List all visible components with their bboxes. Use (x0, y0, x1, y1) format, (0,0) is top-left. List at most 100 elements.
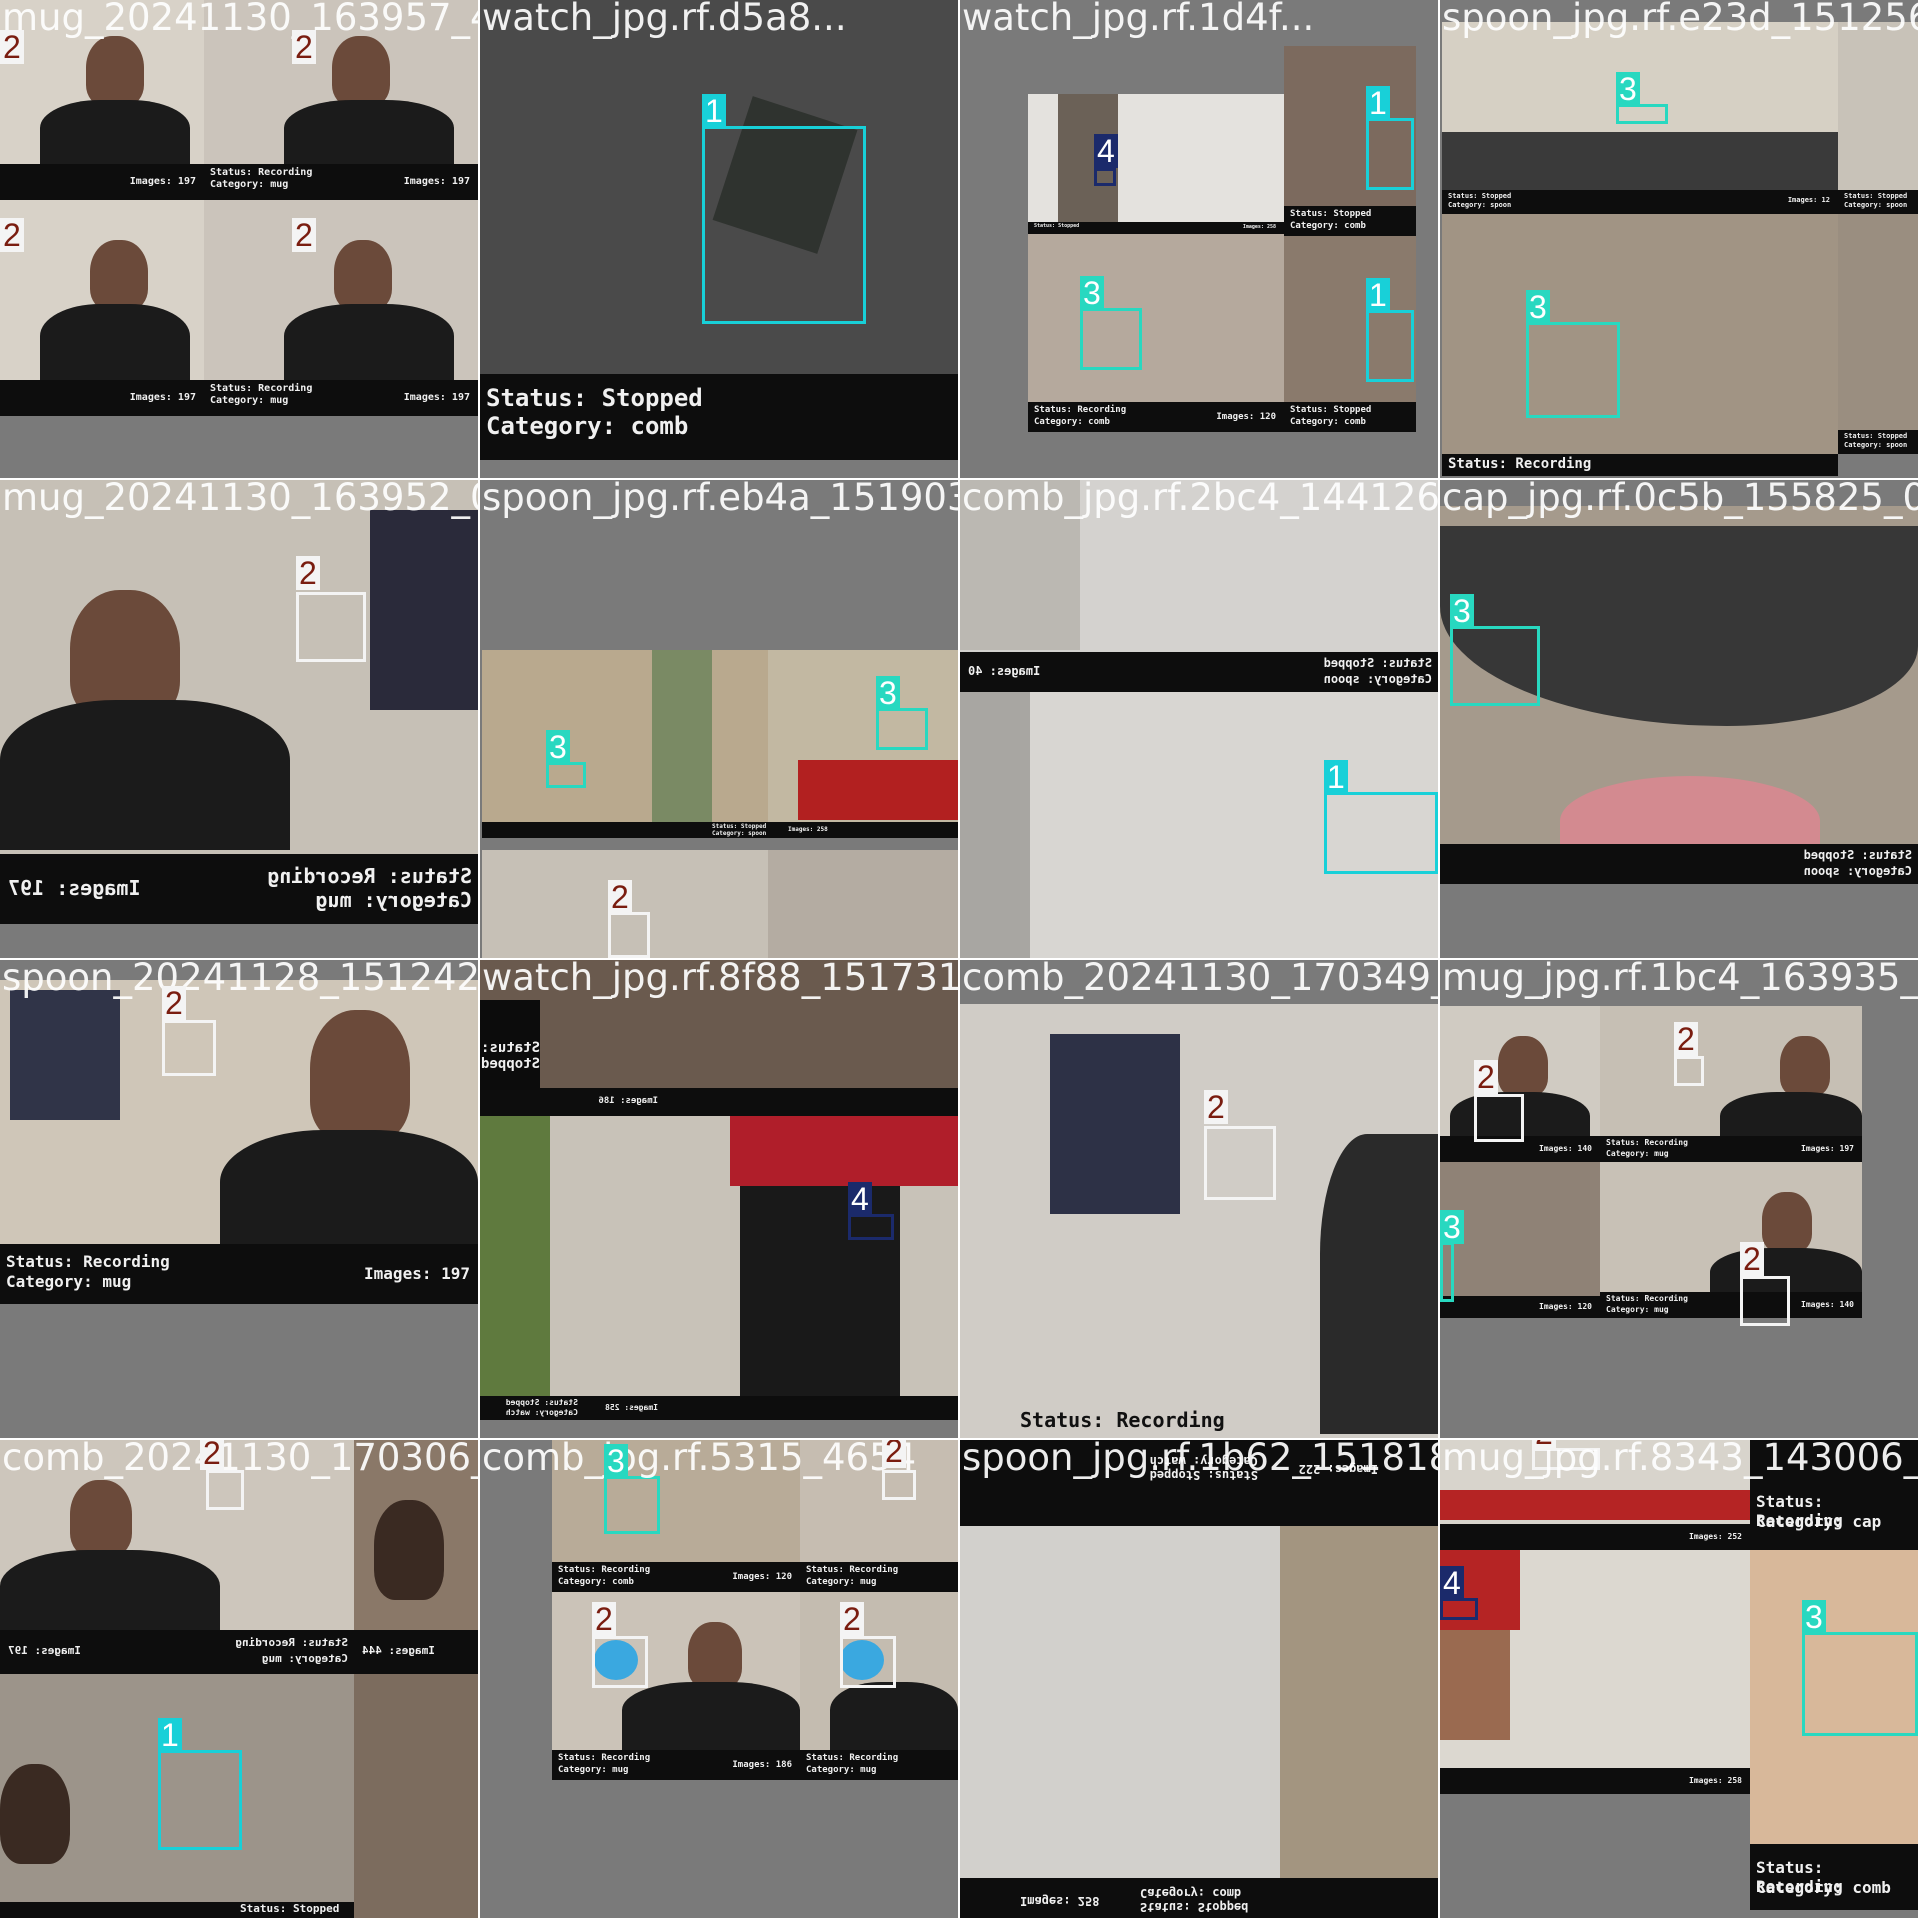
tile-filename: cap_jpg.rf.0c5b_155825_085 (1442, 480, 1918, 519)
mug-class-label: 2 (292, 218, 316, 252)
spoon-bounding-box (1802, 1632, 1918, 1736)
webcam-frame: Images: 120 (1440, 1162, 1600, 1318)
webcam-frame: Status: Recording Category: mug Images: 19… (0, 980, 478, 1304)
tile-filename: watch_jpg.rf.d5a8... (482, 0, 847, 39)
mug-class-label: 2 (608, 880, 632, 914)
spoon-class-label: 3 (546, 730, 570, 764)
mosaic-tile: Images: 252 Status: Recording Category: c… (1440, 1440, 1918, 1918)
mug-class-label: 2 (592, 1602, 616, 1636)
mug-class-label: 2 (1204, 1090, 1228, 1124)
webcam-frame: Images: 197 (0, 200, 204, 416)
spoon-class-label: 3 (876, 676, 900, 710)
tile-filename: mug_jpg.rf.8343_143006_01 (1442, 1440, 1918, 1479)
comb-bounding-box (1366, 310, 1414, 382)
webcam-frame (768, 850, 958, 958)
mosaic-tile: Status: Stopped Category: spoon 3 cap_jpg… (1440, 480, 1918, 958)
webcam-frame: Status: Stopped Category: spoon (482, 650, 768, 838)
mug-class-label: 2 (882, 1440, 906, 1468)
tile-filename: comb_20241130_170349_84 (962, 960, 1438, 999)
spoon-class-label: 3 (1440, 1210, 1464, 1244)
tile-filename: watch_jpg.rf.1d4f... (962, 0, 1315, 39)
mug-class-label: 2 (1740, 1242, 1764, 1276)
comb-class-label: 1 (158, 1718, 182, 1752)
watch-bounding-box (848, 1214, 894, 1240)
mug-bounding-box (162, 1020, 216, 1076)
mug-bounding-box (840, 1636, 896, 1688)
webcam-frame: Status: Recording (1442, 214, 1838, 476)
spoon-class-label: 3 (1450, 594, 1474, 628)
comb-bounding-box (158, 1750, 242, 1850)
mug-bounding-box (1204, 1126, 1276, 1200)
status-overlay: Status: Stopped (480, 1000, 540, 1090)
mosaic-tile: Status: Recording Category: comb Images: 1… (480, 1440, 958, 1918)
mug-class-label: 2 (0, 30, 24, 64)
spoon-class-label: 3 (1526, 290, 1550, 324)
mug-bounding-box (1474, 1094, 1524, 1142)
mug-class-label: 2 (200, 1440, 224, 1470)
spoon-bounding-box (1080, 308, 1142, 370)
tile-filename: watch_jpg.rf.8f88_151731_5 (482, 960, 958, 999)
mosaic-tile: Status: Stopped Category: spoon Images: 40… (960, 480, 1438, 958)
mug-class-label: 2 (292, 30, 316, 64)
spoon-bounding-box (604, 1476, 660, 1534)
spoon-bounding-box (1440, 1242, 1454, 1302)
tile-filename: spoon_jpg.rf.1b62_151818_1 (962, 1440, 1438, 1479)
webcam-frame: Status: Recording Category: mug Images: 19… (0, 480, 478, 924)
webcam-frame: Status: Recording Category: mug Images: 19… (204, 200, 478, 416)
webcam-frame (354, 1674, 478, 1918)
watch-class-label: 4 (1094, 134, 1118, 168)
webcam-frame: Status: Recording Category: mug Images: 14… (1600, 1162, 1862, 1318)
tile-filename: mug_jpg.rf.1bc4_163935_92 (1442, 960, 1918, 999)
webcam-frame: Status: Stopped Category: spoon (1838, 214, 1918, 454)
mug-bounding-box (296, 592, 366, 662)
mug-class-label: 2 (1532, 1440, 1556, 1450)
watch-bounding-box (1440, 1598, 1478, 1620)
webcam-frame: Status: Stopped Category: spoon (1838, 22, 1918, 214)
mosaic-tile: Images: 197 Status: Recording Category: m… (0, 0, 478, 478)
spoon-bounding-box (1616, 104, 1668, 124)
mosaic-tile: Status: Stopped Category: comb 1 watch_jp… (480, 0, 958, 478)
mosaic-tile: Status: Recording Category: mug Images: 19… (0, 960, 478, 1438)
mosaic-tile: Images: 186 Status: Stopped Status: Stop… (480, 960, 958, 1438)
mosaic-tile: Images: 140 Status: Recording Category: m… (1440, 960, 1918, 1438)
comb-class-label: 1 (1324, 760, 1348, 794)
tile-filename: comb_jpg.rf.5315_4654 (482, 1440, 917, 1479)
watch-bounding-box (1094, 168, 1116, 186)
spoon-class-label: 3 (1802, 1600, 1826, 1634)
spoon-class-label: 3 (604, 1444, 628, 1478)
mosaic-tile: Status: Recording 2 comb_20241130_170349… (960, 960, 1438, 1438)
webcam-frame: Status: Stopped Category: watch Images: 25… (480, 1116, 958, 1420)
spoon-bounding-box (876, 708, 928, 750)
comb-bounding-box (702, 126, 866, 324)
spoon-bounding-box (546, 762, 586, 788)
mug-class-label: 2 (1674, 1022, 1698, 1056)
webcam-frame: Status: Stopped Category: watch Images: … (960, 1440, 1438, 1918)
comb-class-label: 1 (702, 94, 726, 128)
tile-filename: mug_20241130_163957_417 (2, 0, 478, 39)
mosaic-tile: Status: Recording Category: mug Images: 19… (0, 480, 478, 958)
spoon-bounding-box (1450, 626, 1540, 706)
webcam-frame: Images: 258 (1440, 1550, 1750, 1794)
mug-bounding-box (1674, 1056, 1704, 1086)
mosaic-tile: Status: Stopped Category: watch Images: … (960, 1440, 1438, 1918)
mug-class-label: 2 (0, 218, 24, 252)
tile-filename: mug_20241130_163952_007 (2, 480, 478, 519)
mug-bounding-box (592, 1636, 648, 1688)
mosaic-tile: Status: Stopped Category: spoon Images: 2… (480, 480, 958, 958)
mug-bounding-box (608, 912, 650, 958)
webcam-frame: Status: Recording Category: comb Images: 1… (1028, 234, 1284, 432)
comb-bounding-box (1366, 118, 1414, 190)
watch-class-label: 4 (1440, 1566, 1464, 1600)
mosaic-tile: Status: Stopped Category: spoon Images: 12… (1440, 0, 1918, 478)
spoon-class-label: 3 (1080, 276, 1104, 310)
mug-class-label: 2 (1474, 1060, 1498, 1094)
webcam-frame: Status: Recording Category: mug Images: 18… (552, 1592, 800, 1780)
spoon-class-label: 3 (1616, 72, 1640, 106)
webcam-frame: Status: Stopped Images: 258 (1028, 94, 1284, 234)
webcam-frame: Status: Recording (960, 1004, 1438, 1438)
tile-filename: spoon_20241128_151242_03 (2, 960, 478, 999)
mosaic-tile: Status: Stopped Images: 258 Status: Stopp… (960, 0, 1438, 478)
spoon-bounding-box (1526, 322, 1620, 418)
webcam-frame: Status: Recording Category: mug Images: 19… (1600, 1006, 1862, 1162)
mug-bounding-box (1740, 1276, 1790, 1326)
